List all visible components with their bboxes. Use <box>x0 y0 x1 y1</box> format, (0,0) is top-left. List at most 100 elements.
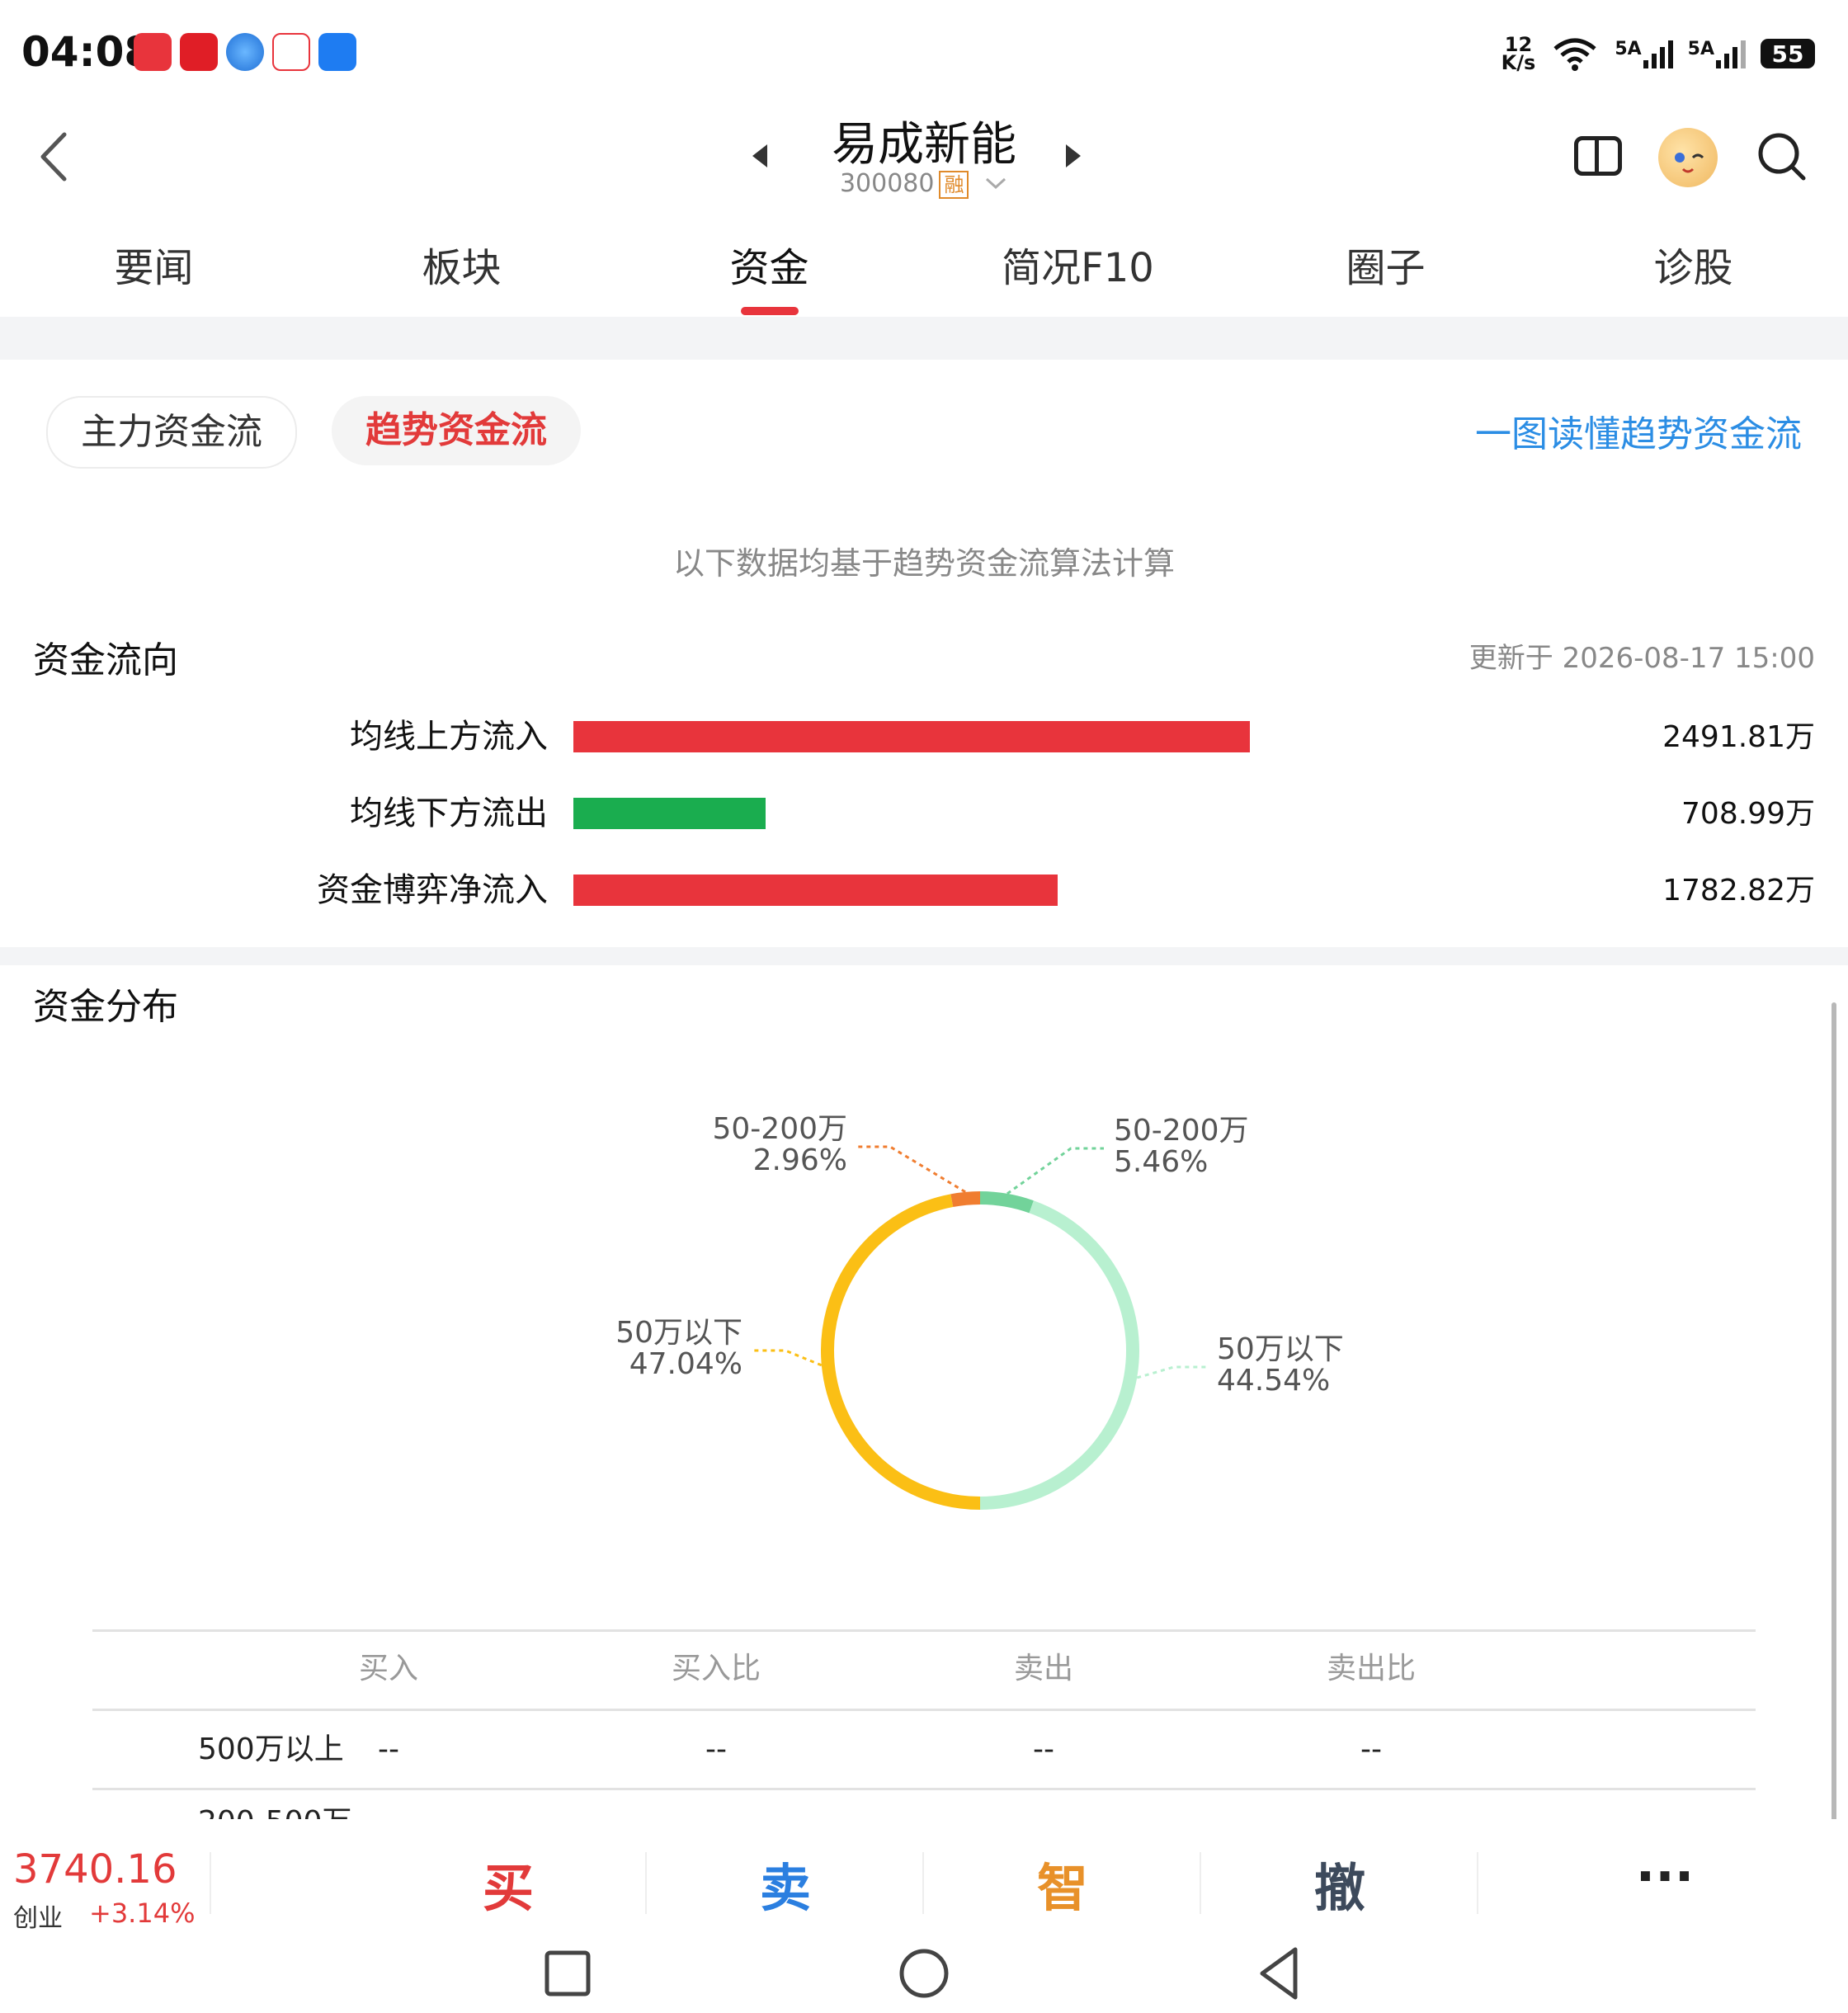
divider <box>1200 1852 1201 1914</box>
col-header-sell: 卖出 <box>1013 1652 1073 1685</box>
donut-leader-line <box>1006 1147 1104 1195</box>
donut-slice-label: 50-200万 <box>1114 1114 1249 1148</box>
update-time: 更新于 2026-08-17 15:00 <box>1468 642 1815 675</box>
status-bar: 04:08 12 K/s 5A 5A 55 <box>0 0 1848 107</box>
mascot-face-icon <box>1675 153 1704 173</box>
stock-code: 300080 <box>839 169 935 198</box>
flow-label: 资金博弈净流入 <box>317 871 548 909</box>
recent-apps-icon[interactable] <box>544 1950 591 1996</box>
search-icon[interactable] <box>1756 130 1807 182</box>
divider <box>645 1852 647 1914</box>
col-header-buy: 买入 <box>358 1652 418 1685</box>
margin-badge: 融 <box>939 171 969 199</box>
wifi-icon <box>1553 38 1596 71</box>
table-cell: -- <box>1033 1732 1054 1766</box>
divider <box>0 947 1848 965</box>
battery-icon: 55 <box>1761 39 1815 68</box>
browser-notification-icon <box>226 33 264 71</box>
stock-code-row[interactable]: 300080 融 <box>0 169 1848 199</box>
flow-bar-inflow-above <box>573 721 1250 752</box>
signal-sim1: 5A <box>1615 39 1673 68</box>
donut-leader-line <box>752 1349 823 1367</box>
divider <box>0 317 1848 360</box>
table-cell: -- <box>378 1805 399 1822</box>
tab-funds[interactable]: 资金 <box>615 235 923 301</box>
tab-news[interactable]: 要闻 <box>0 235 308 301</box>
split-screen-icon[interactable] <box>1574 136 1622 176</box>
app-notification-icon <box>134 33 172 71</box>
table-row: 500万以上 -- -- -- -- <box>92 1710 1756 1789</box>
donut-slice <box>979 1191 1034 1214</box>
table-row: 200-500万 -- -- -- -- <box>92 1789 1756 1822</box>
divider <box>210 1852 211 1914</box>
index-name: 创业 <box>13 1904 63 1933</box>
signal-icon <box>1643 39 1673 68</box>
flow-bar-net-inflow <box>573 874 1058 906</box>
fund-distribution-donut-chart: 50-200万5.46%50万以下44.54%50万以下47.04%50-200… <box>615 1112 1344 1510</box>
more-button[interactable]: ··· <box>1582 1846 1747 1907</box>
flow-value: 708.99万 <box>1681 797 1815 831</box>
index-change: +3.14% <box>89 1898 196 1929</box>
sell-button[interactable]: 卖 <box>703 1846 868 1921</box>
divider <box>922 1852 924 1914</box>
donut-slice-percent: 44.54% <box>1217 1364 1330 1398</box>
donut-slice-label: 50万以下 <box>615 1316 742 1350</box>
table-cell: -- <box>1360 1732 1382 1766</box>
divider <box>1477 1852 1478 1914</box>
donut-slice-percent: 5.46% <box>1114 1145 1208 1179</box>
subtab-main-flow[interactable]: 主力资金流 <box>46 396 297 469</box>
fund-flow-title: 资金流向 <box>33 639 178 681</box>
donut-slice-percent: 47.04% <box>629 1347 742 1381</box>
tab-f10[interactable]: 简况F10 <box>924 235 1232 301</box>
system-nav-bar <box>544 1947 1298 2000</box>
tab-community[interactable]: 圈子 <box>1232 235 1539 301</box>
table-cell: -- <box>705 1732 727 1766</box>
flow-label: 均线下方流出 <box>350 794 548 832</box>
signal-icon <box>1716 39 1746 68</box>
tab-sector[interactable]: 板块 <box>308 235 615 301</box>
back-icon[interactable] <box>1260 1947 1298 2000</box>
table-cell: -- <box>1360 1805 1382 1822</box>
algorithm-note: 以下数据均基于趋势资金流算法计算 <box>672 545 1175 582</box>
donut-slice <box>979 1200 1139 1510</box>
donut-leader-line <box>857 1145 966 1194</box>
tab-diagnosis[interactable]: 诊股 <box>1539 235 1847 301</box>
flow-value: 2491.81万 <box>1662 720 1815 754</box>
donut-slice-label: 50-200万 <box>712 1112 847 1146</box>
signal-sim2: 5A <box>1688 39 1746 68</box>
tab-bar: 要闻 板块 资金 简况F10 圈子 诊股 <box>0 235 1848 318</box>
subtab-trend-flow[interactable]: 趋势资金流 <box>332 396 581 465</box>
table-cell: -- <box>705 1805 727 1822</box>
status-right: 12 K/s 5A 5A 55 <box>1502 33 1815 74</box>
donut-slice-label: 50万以下 <box>1217 1332 1344 1366</box>
app-notification-icon <box>180 33 218 71</box>
active-tab-indicator <box>741 307 799 315</box>
chevron-down-icon <box>986 177 1006 190</box>
index-value[interactable]: 3740.16 <box>13 1846 177 1893</box>
net-speed: 12 K/s <box>1501 33 1536 74</box>
donut-slice-percent: 2.96% <box>753 1143 847 1177</box>
buy-button[interactable]: 买 <box>426 1846 591 1921</box>
table-cell: -- <box>378 1732 399 1766</box>
col-header-sell-ratio: 卖出比 <box>1326 1652 1416 1685</box>
next-stock-arrow-icon[interactable] <box>1066 144 1081 167</box>
cancel-order-button[interactable]: 撤 <box>1257 1846 1422 1921</box>
donut-leader-line <box>1136 1365 1207 1379</box>
stock-name: 易成新能 <box>832 118 1016 172</box>
flow-value: 1782.82万 <box>1662 874 1815 908</box>
stock-app-notification-icon <box>272 33 310 71</box>
home-icon[interactable] <box>899 1949 949 1998</box>
smart-trade-button[interactable]: 智 <box>980 1846 1145 1921</box>
col-header-buy-ratio: 买入比 <box>671 1652 761 1685</box>
explain-trend-flow-link[interactable]: 一图读懂趋势资金流 <box>1475 404 1802 457</box>
flow-label: 均线上方流入 <box>350 718 548 756</box>
mascot-avatar[interactable] <box>1658 128 1718 187</box>
flow-bar-outflow-below <box>573 798 766 829</box>
table-cell: -- <box>1033 1805 1054 1822</box>
table-header-row: 买入 买入比 卖出 卖出比 <box>92 1629 1756 1709</box>
scrollbar[interactable] <box>1832 1002 1836 1827</box>
donut-slice <box>821 1194 981 1510</box>
fund-distribution-title: 资金分布 <box>33 986 178 1028</box>
donut-slice <box>950 1191 981 1208</box>
message-notification-icon <box>318 33 356 71</box>
